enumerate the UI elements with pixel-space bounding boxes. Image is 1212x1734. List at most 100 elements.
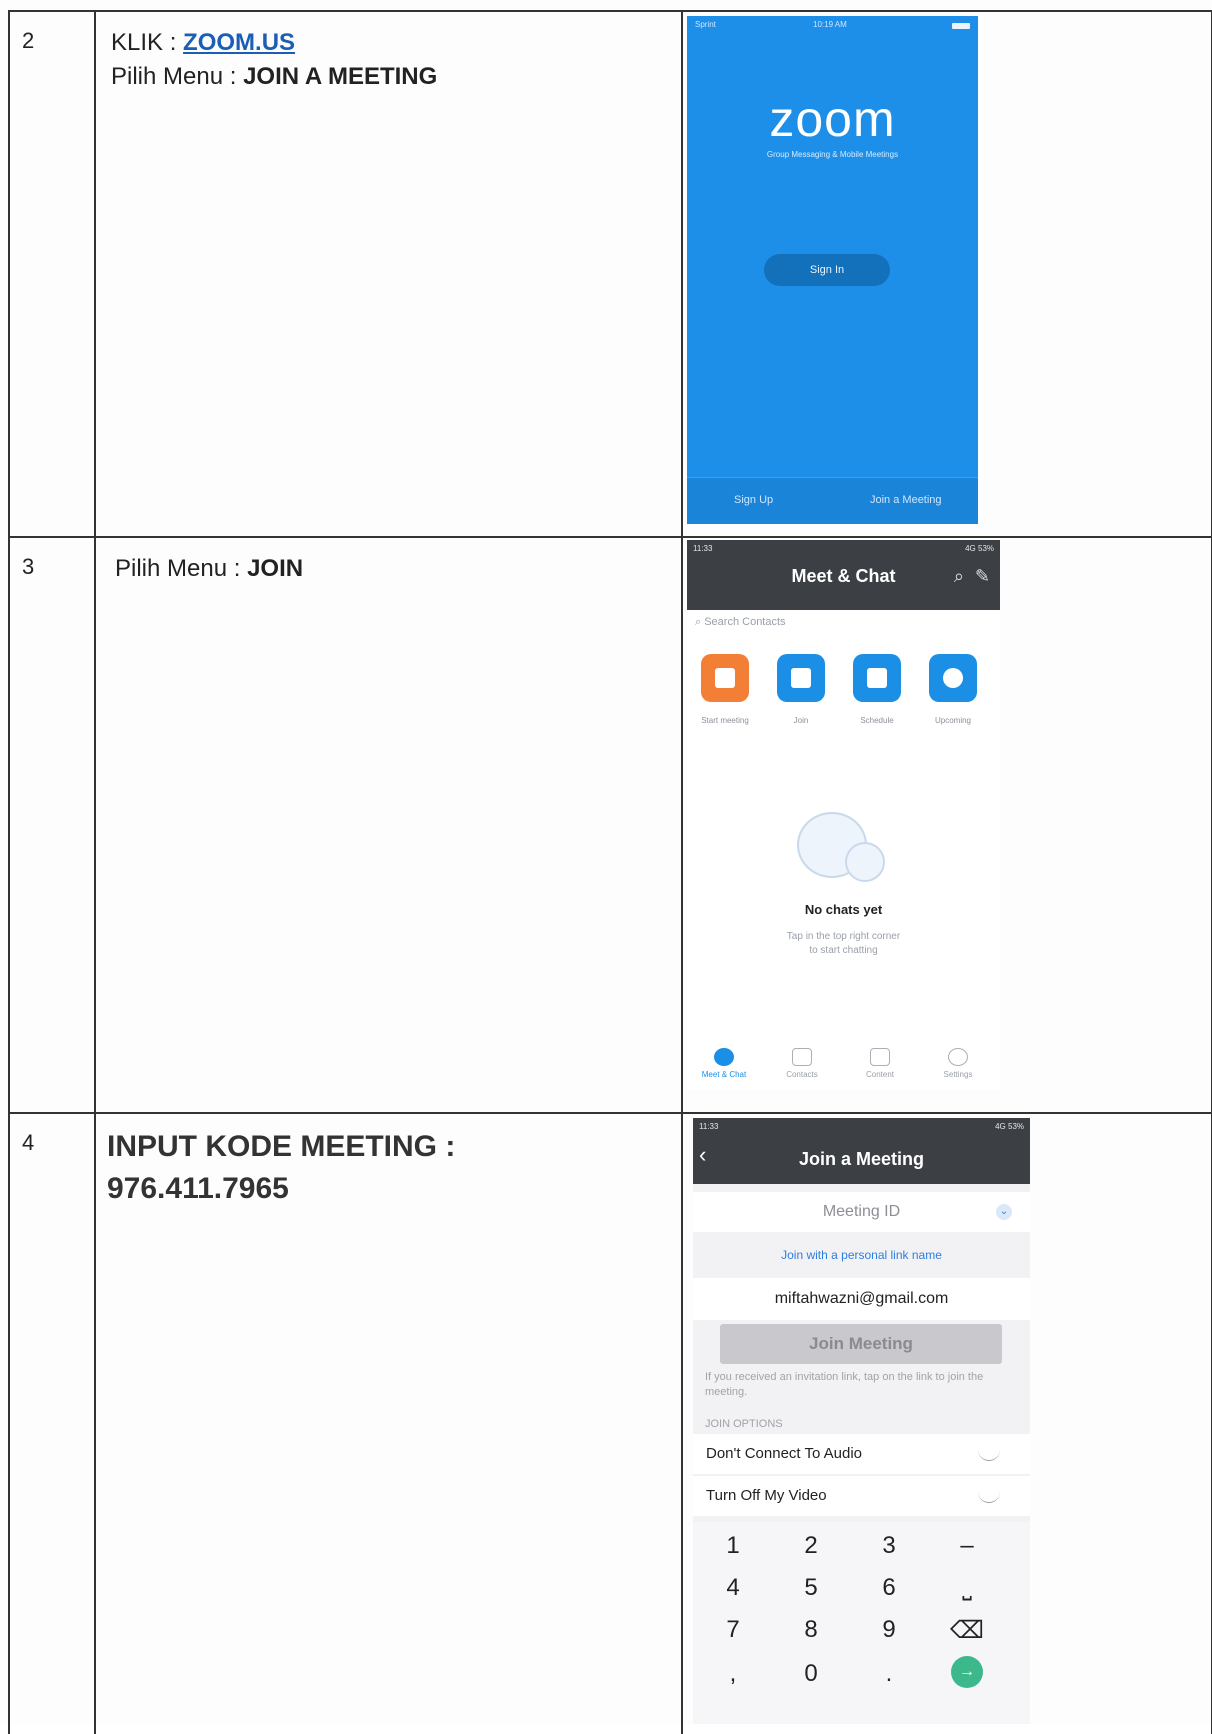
key[interactable]: 3 <box>859 1532 919 1560</box>
steps-table: 2 KLIK : ZOOM.US Pilih Menu : JOIN A MEE… <box>8 10 1212 1734</box>
tab-label: Contacts <box>786 1070 818 1079</box>
carrier-label: Sprint <box>695 20 716 29</box>
status-indicators: 4G 53% <box>995 1122 1024 1131</box>
step-number: 4 <box>22 1130 35 1155</box>
tab-label: Settings <box>943 1070 973 1079</box>
minus-key[interactable]: – <box>937 1532 997 1560</box>
empty-state-title: No chats yet <box>804 902 883 917</box>
upcoming-button[interactable] <box>929 654 977 702</box>
space-key[interactable]: ⎵ <box>937 1574 997 1602</box>
join-meeting-screenshot: 11:33 4G 53% ‹ Join a Meeting Meeting ID… <box>693 1118 1030 1724</box>
sign-in-button[interactable]: Sign In <box>764 254 890 286</box>
personal-link-option[interactable]: Join with a personal link name <box>693 1236 1030 1274</box>
bottom-bar: Sign Up Join a Meeting <box>687 477 978 524</box>
key[interactable]: . <box>859 1660 919 1688</box>
meeting-id-input[interactable]: Meeting ID ⌄ <box>693 1192 1030 1232</box>
display-name-input[interactable]: miftahwazni@gmail.com <box>693 1278 1030 1320</box>
battery-icon <box>952 23 970 29</box>
tab-contacts[interactable]: Contacts <box>767 1048 837 1079</box>
video-camera-icon <box>715 668 735 688</box>
meet-chat-screenshot: 11:33 4G 53% Meet & Chat ⌕ ✎ ⌕ Search Co… <box>687 540 1000 1090</box>
start-meeting-button[interactable] <box>701 654 749 702</box>
menu-choice: JOIN A MEETING <box>243 63 438 90</box>
join-options-header: JOIN OPTIONS <box>705 1418 783 1430</box>
key[interactable]: 6 <box>859 1574 919 1602</box>
gear-icon <box>948 1048 968 1066</box>
sign-up-link[interactable]: Sign Up <box>734 494 773 506</box>
meeting-code-instruction: INPUT KODE MEETING : 976.411.7965 <box>107 1126 455 1210</box>
option-no-audio[interactable]: Don't Connect To Audio <box>693 1434 1030 1474</box>
backspace-key[interactable]: ⌫ <box>937 1616 997 1645</box>
go-arrow-icon[interactable]: → <box>951 1656 983 1688</box>
status-bar: Sprint 10:19 AM <box>687 20 978 34</box>
key[interactable]: 5 <box>781 1574 841 1602</box>
join-meeting-link[interactable]: Join a Meeting <box>870 494 942 506</box>
screen-title: Join a Meeting <box>798 1149 924 1169</box>
chat-bubble-small-icon <box>845 842 885 882</box>
zoom-link[interactable]: ZOOM.US <box>183 29 295 56</box>
schedule-button[interactable] <box>853 654 901 702</box>
step-number: 3 <box>22 554 35 579</box>
document-page: 2 KLIK : ZOOM.US Pilih Menu : JOIN A MEE… <box>0 0 1212 1734</box>
table-row-step-3: 3 Pilih Menu : JOIN <box>8 538 1212 1114</box>
toggle-icon[interactable] <box>978 1446 1000 1461</box>
search-contacts-input[interactable]: ⌕ Search Contacts <box>695 616 786 629</box>
status-time: 11:33 <box>699 1122 719 1131</box>
tile-label: Start meeting <box>701 716 749 725</box>
search-icon[interactable]: ⌕ <box>954 566 964 587</box>
meeting-code: 976.411.7965 <box>107 1172 289 1205</box>
tab-settings[interactable]: Settings <box>923 1048 993 1079</box>
table-row-step-4: 4 INPUT KODE MEETING : 976.411.7965 <box>8 1114 1212 1734</box>
join-button[interactable] <box>777 654 825 702</box>
numeric-keypad: 1 2 3 – 4 5 6 ⎵ 7 8 9 ⌫ , 0 . → <box>693 1522 1030 1724</box>
zoom-logo: zoom <box>769 91 896 147</box>
menu-label: Pilih Menu : <box>115 555 248 582</box>
status-indicators: 4G 53% <box>965 544 994 553</box>
status-time: 11:33 <box>693 544 713 553</box>
menu-label: Pilih Menu : <box>111 63 244 90</box>
step-description: KLIK : ZOOM.US Pilih Menu : JOIN A MEETI… <box>111 26 437 94</box>
invitation-note: If you received an invitation link, tap … <box>705 1371 984 1398</box>
header-bar: 11:33 4G 53% ‹ Join a Meeting <box>693 1118 1030 1184</box>
tab-content[interactable]: Content <box>845 1048 915 1079</box>
plus-icon <box>791 668 811 688</box>
hint-line-2: to start chatting <box>809 945 878 956</box>
key[interactable]: 4 <box>703 1574 763 1602</box>
chat-icon <box>714 1048 734 1066</box>
contacts-icon <box>792 1048 812 1066</box>
hint-line-1: Tap in the top right corner <box>786 931 901 942</box>
join-meeting-button[interactable]: Join Meeting <box>720 1324 1002 1364</box>
option-label: Don't Connect To Audio <box>706 1445 863 1462</box>
klik-label: KLIK : <box>111 29 184 56</box>
step-number: 2 <box>22 28 35 53</box>
key[interactable]: 8 <box>781 1616 841 1644</box>
tile-label: Schedule <box>860 716 894 725</box>
key[interactable]: 7 <box>703 1616 763 1644</box>
key[interactable]: , <box>703 1660 763 1688</box>
search-icon: ⌕ <box>695 616 705 628</box>
instruction-label: INPUT KODE MEETING : <box>107 1130 456 1163</box>
key[interactable]: 9 <box>859 1616 919 1644</box>
chevron-down-icon[interactable]: ⌄ <box>996 1204 1012 1220</box>
tab-label: Meet & Chat <box>701 1070 747 1079</box>
meeting-id-placeholder: Meeting ID <box>822 1203 901 1220</box>
search-placeholder: Search Contacts <box>704 616 786 628</box>
header-bar: 11:33 4G 53% Meet & Chat ⌕ ✎ <box>687 540 1000 610</box>
step-description: Pilih Menu : JOIN <box>115 552 303 586</box>
folder-icon <box>870 1048 890 1066</box>
key[interactable]: 2 <box>781 1532 841 1560</box>
option-label: Turn Off My Video <box>706 1487 827 1504</box>
compose-icon[interactable]: ✎ <box>975 566 990 587</box>
key[interactable]: 0 <box>781 1660 841 1688</box>
option-no-video[interactable]: Turn Off My Video <box>693 1476 1030 1516</box>
status-time: 10:19 AM <box>813 20 847 29</box>
tab-label: Content <box>865 1070 895 1079</box>
zoom-welcome-screenshot: Sprint 10:19 AM zoom Group Messaging & M… <box>687 16 978 524</box>
tagline: Group Messaging & Mobile Meetings <box>766 150 899 159</box>
tile-label: Join <box>793 716 809 725</box>
toggle-icon[interactable] <box>978 1488 1000 1503</box>
key[interactable]: 1 <box>703 1532 763 1560</box>
clock-icon <box>943 668 963 688</box>
tab-meet-chat[interactable]: Meet & Chat <box>689 1048 759 1079</box>
menu-choice: JOIN <box>247 555 304 582</box>
